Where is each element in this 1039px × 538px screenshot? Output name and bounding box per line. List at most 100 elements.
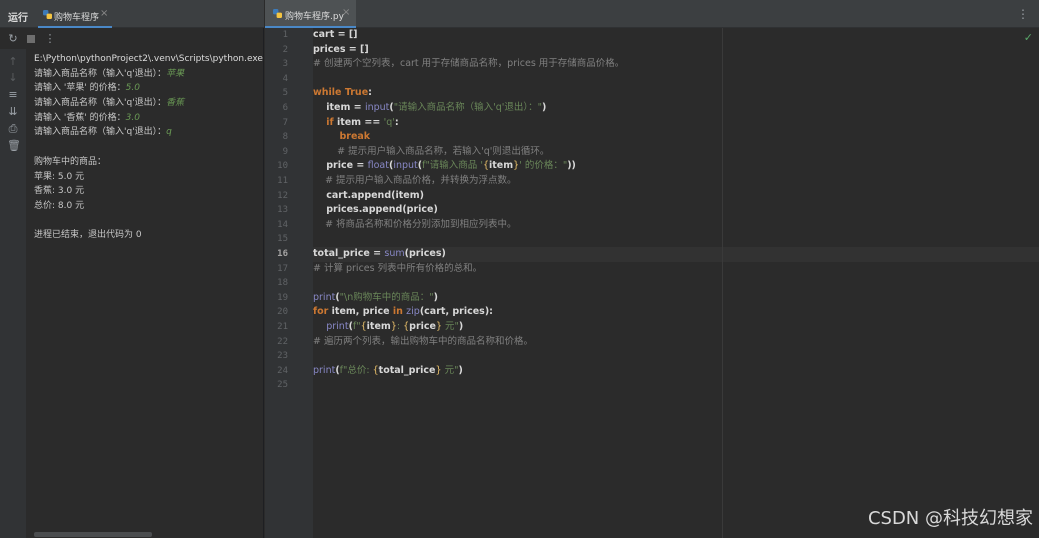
line-number: 6 [282, 103, 288, 113]
code-token: 元" [441, 364, 459, 376]
code-token: # 计算 prices 列表中所有价格的总和。 [313, 262, 483, 274]
console-line-text: 请输入商品名称（输入'q'退出）： [34, 127, 167, 138]
line-number: 2 [282, 44, 288, 55]
code-token: item [489, 160, 514, 172]
console-line-text: 总价: 8.0 元 [34, 200, 85, 211]
code-line[interactable]: prices.append(price) [313, 203, 1039, 218]
watermark: CSDN @科技幻想家 [867, 508, 1033, 529]
kebab-menu-icon[interactable]: ⋮ [1017, 7, 1029, 21]
console-line: 请输入 '苹果' 的价格：5.0 [34, 81, 264, 96]
code-line[interactable]: print(f"{item}: {price} 元") [313, 320, 1039, 335]
code-token: f" [352, 321, 361, 332]
code-token: # 将商品名称和价格分别添加到相应列表中。 [313, 218, 517, 230]
line-number: 24 [277, 365, 288, 376]
run-panel: 运行 购物车程序 × ↻ ⋮ ↑ ↓ ≡ ⇊ ⎙ 🗑 E:\Python\pyt… [0, 0, 264, 538]
code-line[interactable]: # 提示用户输入商品价格，并转换为浮点数。 [313, 174, 1039, 189]
code-token: item == [336, 116, 384, 128]
line-number: 5 [282, 88, 288, 99]
code-line[interactable]: cart.append(item) [313, 189, 1039, 204]
code-token: if [326, 116, 337, 128]
line-number: 7 [282, 117, 288, 128]
code-line[interactable]: # 将商品名称和价格分别添加到相应列表中。 [313, 218, 1039, 233]
console-output[interactable]: E:\Python\pythonProject2\.venv\Scripts\p… [34, 52, 264, 243]
console-line: E:\Python\pythonProject2\.venv\Scripts\p… [34, 52, 264, 67]
code-line[interactable] [313, 378, 1039, 393]
python-file-icon [273, 9, 282, 18]
code-line[interactable]: # 遍历两个列表，输出购物车中的商品名称和价格。 [313, 335, 1039, 350]
run-header: 运行 购物车程序 × [0, 0, 264, 28]
code-token: total_price [378, 364, 436, 376]
code-token: input [364, 102, 390, 113]
console-line-text: 请输入商品名称（输入'q'退出）： [34, 68, 167, 79]
line-number-gutter: 1 2 3 4 5 6 7 8 9 10 11 12 13 14 15 16 17 18 19 20 21 22 23 24 2… [265, 28, 313, 538]
console-line: 香蕉: 3.0 元 [34, 184, 264, 199]
editor-tab-file[interactable]: 购物车程序.py × [265, 0, 356, 28]
console-user-input: 5.0 [125, 83, 140, 94]
code-line[interactable]: for item, price in zip(cart, prices): [313, 305, 1039, 320]
more-icon[interactable]: ⋮ [44, 33, 56, 45]
console-line-text: 请输入 '香蕉' 的价格： [34, 112, 126, 123]
code-line[interactable]: # 提示用户输入商品名称，若输入'q'则退出循环。 [313, 145, 1039, 160]
close-icon[interactable]: × [100, 8, 108, 19]
console-line: 请输入 '香蕉' 的价格：3.0 [34, 111, 264, 126]
scroll-end-icon[interactable]: ⇊ [7, 106, 19, 118]
stop-icon[interactable] [25, 33, 37, 45]
code-line[interactable]: print(f"总价: {total_price} 元") [313, 364, 1039, 379]
run-toolbar: ↻ ⋮ [0, 29, 264, 49]
console-line-text: 购物车中的商品： [34, 156, 107, 167]
code-token: in [392, 306, 407, 318]
code-line[interactable]: prices = [] [313, 43, 1039, 58]
line-number: 8 [282, 132, 288, 143]
console-user-input: q [166, 127, 172, 138]
code-token: sum [384, 248, 405, 259]
code-token: prices.append(price) [313, 204, 438, 216]
line-number: 3 [282, 59, 288, 70]
line-number: 10 [277, 161, 288, 172]
horizontal-scrollbar[interactable] [34, 532, 152, 537]
line-number: 18 [277, 278, 288, 289]
code-line[interactable]: # 计算 prices 列表中所有价格的总和。 [313, 262, 1039, 277]
run-config-tab[interactable]: 购物车程序 × [38, 0, 112, 28]
up-arrow-icon[interactable]: ↑ [7, 56, 19, 68]
code-line[interactable]: item = input("请输入商品名称（输入'q'退出）：") [313, 101, 1039, 116]
console-user-input: 苹果 [166, 68, 185, 79]
code-token: : [368, 87, 372, 99]
code-token: ' 的价格：" [519, 160, 568, 172]
code-token: # 创建两个空列表，cart 用于存储商品名称，prices 用于存储商品价格。 [313, 58, 625, 70]
line-number: 12 [277, 190, 288, 201]
code-line[interactable]: cart = [] [313, 28, 1039, 43]
code-token: # 提示用户输入商品价格，并转换为浮点数。 [313, 175, 517, 186]
line-number: 9 [282, 146, 288, 157]
code-token: price [409, 321, 436, 332]
code-line[interactable] [313, 72, 1039, 87]
code-token: prices = [] [313, 43, 369, 55]
line-number: 19 [277, 292, 288, 303]
code-line[interactable]: total_price = sum(prices) [313, 247, 1039, 262]
console-line: 购物车中的商品： [34, 155, 264, 170]
code-token: # 遍历两个列表，输出购物车中的商品名称和价格。 [313, 335, 533, 347]
print-icon[interactable]: ⎙ [7, 123, 19, 135]
console-line-text: 香蕉: 3.0 元 [34, 186, 85, 197]
code-token: print [313, 291, 336, 303]
close-icon[interactable]: × [342, 7, 350, 18]
code-line[interactable]: price = float(input(f"请输入商品 '{item}' 的价格… [313, 159, 1039, 174]
code-line[interactable]: break [313, 130, 1039, 145]
run-tab-label: 购物车程序 [54, 13, 100, 23]
trash-icon[interactable]: 🗑 [7, 140, 21, 152]
code-line[interactable]: if item == 'q': [313, 116, 1039, 131]
code-line[interactable]: while True: [313, 86, 1039, 101]
code-line[interactable] [313, 276, 1039, 291]
rerun-icon[interactable]: ↻ [7, 33, 19, 45]
code-line[interactable] [313, 232, 1039, 247]
run-panel-title: 运行 [8, 13, 28, 24]
soft-wrap-icon[interactable]: ≡ [7, 89, 19, 101]
code-line[interactable] [313, 349, 1039, 364]
code-editor: 购物车程序.py × ⋮ ✓ 1 2 3 4 5 6 7 8 9 10 11 12 13 14 15 16 17… [265, 0, 1039, 538]
down-arrow-icon[interactable]: ↓ [7, 72, 19, 84]
code-line[interactable]: # 创建两个空列表，cart 用于存储商品名称，prices 用于存储商品价格。 [313, 57, 1039, 72]
code-line[interactable]: print("\n购物车中的商品：") [313, 291, 1039, 306]
code-area[interactable]: cart = [] prices = [] # 创建两个空列表，cart 用于存储商… [313, 28, 1039, 538]
